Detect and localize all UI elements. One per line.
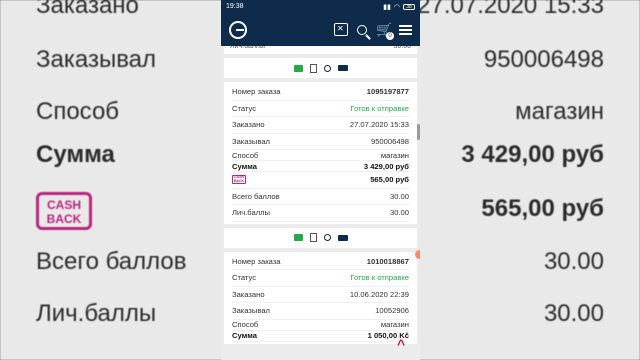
row-status: Статус Готов к отправке bbox=[232, 270, 409, 287]
row-status: Статус Готов к отправке bbox=[232, 101, 409, 117]
row-order-number: Номер заказа 1095197877 bbox=[232, 84, 409, 101]
phone-screen: 19:38 ▮▮ ◠ 38 🛒0 Лич.баллы 30.00 bbox=[221, 0, 420, 360]
logo-icon[interactable] bbox=[229, 20, 247, 39]
signal-icon: ▮▮ bbox=[383, 3, 391, 11]
document-icon[interactable] bbox=[309, 63, 317, 73]
search-icon[interactable] bbox=[357, 24, 367, 35]
row-customer: Заказывал 10052906 bbox=[232, 303, 409, 320]
row-method: Способ магазин bbox=[232, 150, 409, 161]
row-personal-points: Лич.баллы 30.00 bbox=[232, 205, 409, 222]
cut-row: Лич.баллы 30.00 bbox=[224, 46, 417, 54]
truck-icon[interactable] bbox=[337, 65, 348, 71]
card-icon[interactable] bbox=[293, 234, 303, 241]
calendar-icon[interactable] bbox=[334, 23, 348, 36]
status-badge: Готов к отправке bbox=[350, 103, 409, 113]
scrollbar[interactable] bbox=[417, 124, 420, 140]
row-ordered: Заказано 10.06.2020 22:39 bbox=[232, 287, 409, 303]
order-card-1[interactable]: Номер заказа 1095197877 Статус Готов к отп… bbox=[224, 82, 417, 224]
status-time: 19:38 bbox=[226, 3, 244, 10]
order-list: Лич.баллы 30.00 Номер заказа 1095197877 С… bbox=[221, 46, 420, 344]
document-icon[interactable] bbox=[309, 233, 317, 242]
order-actions-2 bbox=[224, 227, 417, 248]
search-icon[interactable] bbox=[323, 234, 331, 241]
wifi-icon: ◠ bbox=[393, 3, 400, 11]
row-ordered: Заказано 27.07.2020 15:33 bbox=[232, 117, 409, 134]
row-method: Способ магазин bbox=[232, 320, 409, 331]
card-icon[interactable] bbox=[293, 64, 303, 72]
video-frame: Заказано 27.07.2020 15:33 Заказывал 9500… bbox=[0, 0, 640, 360]
row-customer: Заказывал 950006498 bbox=[232, 134, 409, 150]
search-icon[interactable] bbox=[323, 64, 331, 72]
cart-badge: 0 bbox=[386, 31, 394, 40]
row-sum: Сумма 3 429,00 руб bbox=[232, 161, 409, 172]
truck-icon[interactable] bbox=[337, 234, 348, 241]
row-order-number: Номер заказа 1010018867 bbox=[232, 254, 409, 270]
row-total-points: Всего баллов 30.00 bbox=[232, 189, 409, 205]
cart-icon[interactable]: 🛒 0 bbox=[376, 22, 394, 40]
status-badge: Готов к отправке bbox=[350, 273, 409, 283]
app-header: 🛒0 bbox=[221, 13, 420, 46]
touch-indicator-icon bbox=[415, 250, 420, 259]
order-actions-1 bbox=[224, 58, 417, 78]
status-bar: 19:38 ▮▮ ◠ 38 bbox=[221, 0, 420, 13]
row-cashback: CASH BACK 565,00 руб bbox=[232, 172, 409, 189]
row-sum: Сумма 1 050,00 Kč bbox=[232, 331, 409, 342]
order-card-2[interactable]: Номер заказа 1010018867 Статус Готов к отп… bbox=[224, 251, 417, 344]
menu-icon[interactable] bbox=[399, 24, 412, 35]
battery-icon: 38 bbox=[403, 3, 415, 10]
chevron-up-icon[interactable]: ^ bbox=[397, 336, 405, 352]
cashback-icon: CASH BACK bbox=[232, 175, 246, 185]
